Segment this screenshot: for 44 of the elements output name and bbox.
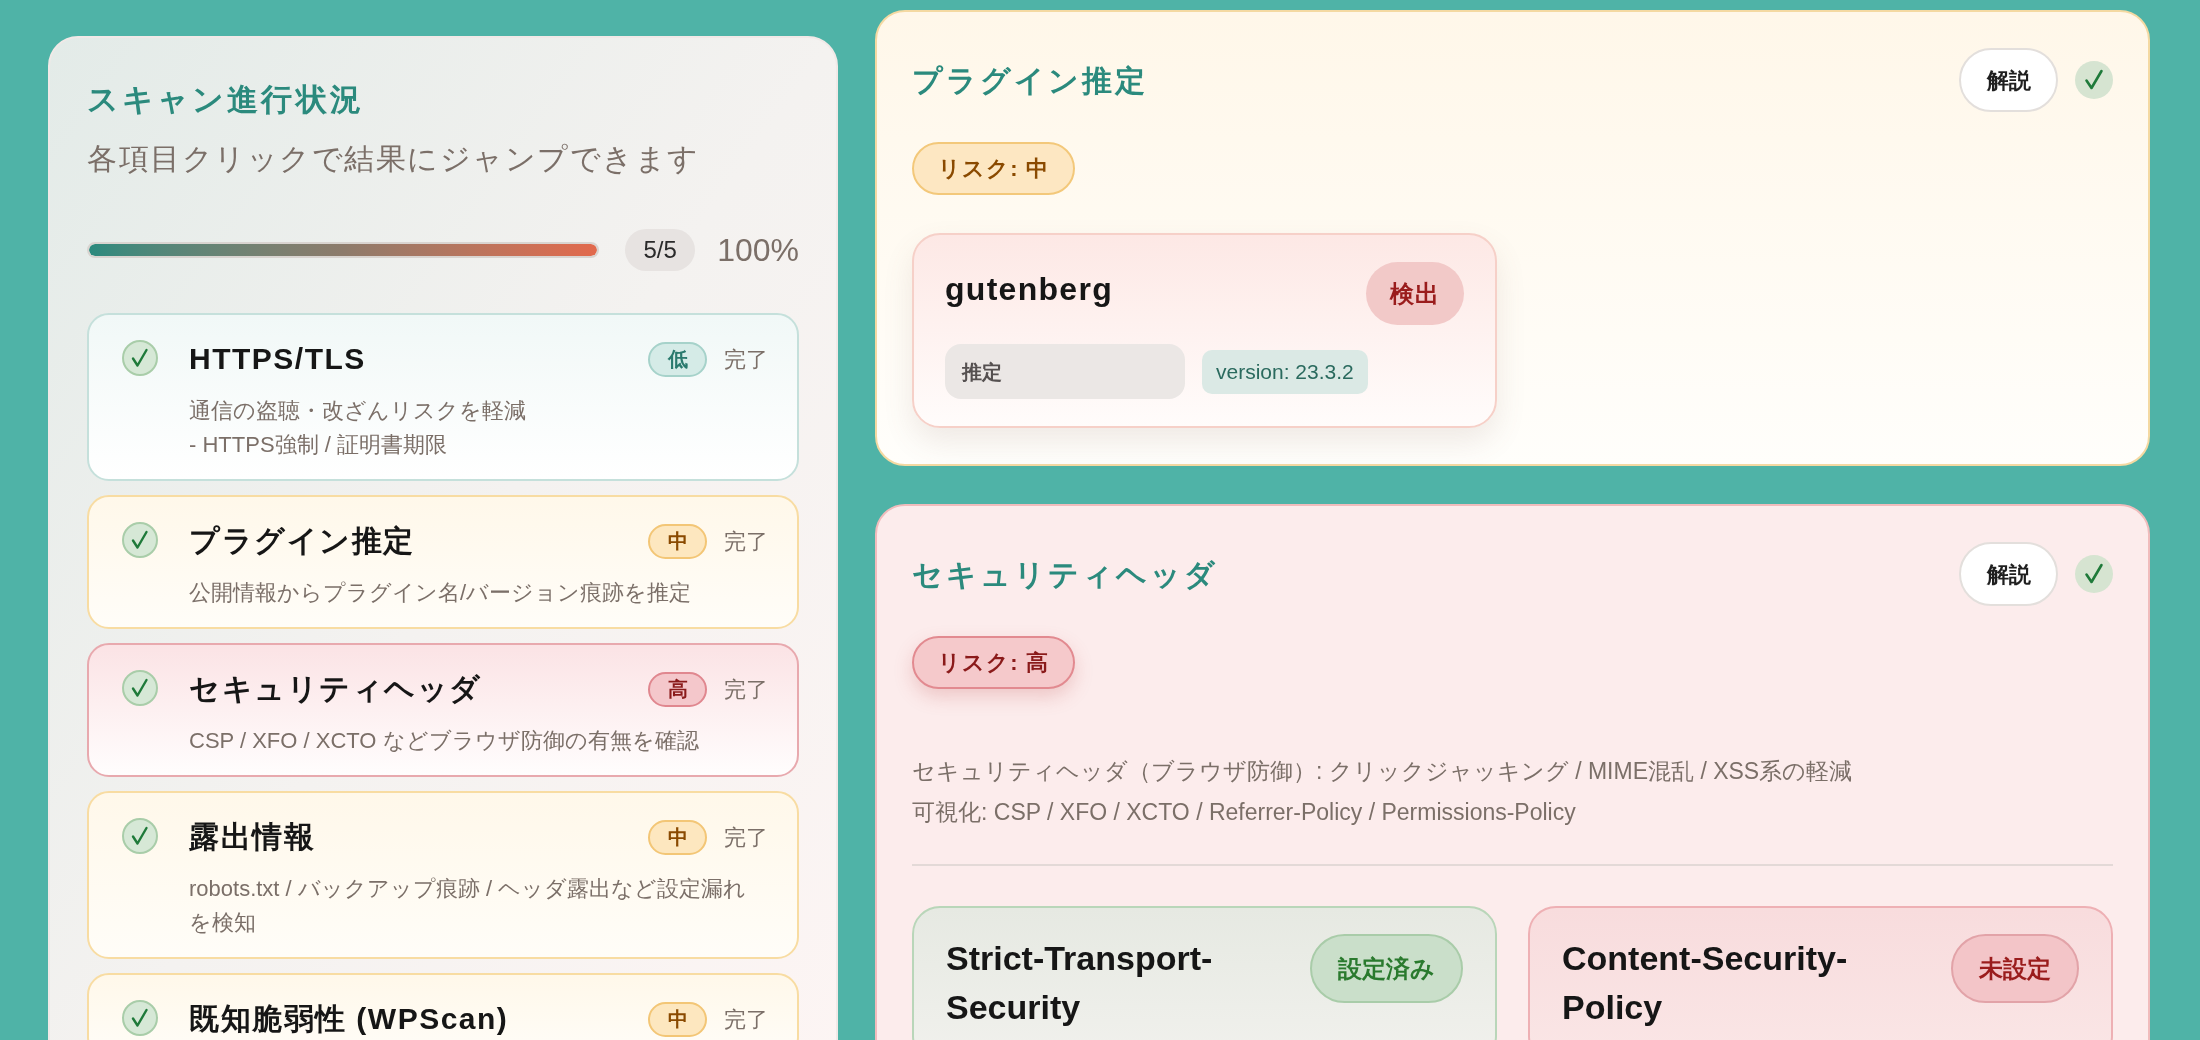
header-name: Strict-Transport-Security [946,938,1214,1028]
risk-badge: 中 [648,819,707,855]
item-title: セキュリティヘッダ [189,671,483,707]
scan-item[interactable]: セキュリティヘッダ 高 完了 CSP / XFO / XCTO などブラウザ防御の有無を確認 [87,643,799,777]
progress-percent: 100% [717,231,799,270]
risk-pill: リスク: 高 [912,636,1076,689]
item-title: 既知脆弱性 (WPScan) [189,1001,510,1037]
item-title: プラグイン推定 [189,523,416,559]
section-title: セキュリティヘッダ [912,556,1218,593]
version-tag: version: 23.3.2 [1202,349,1368,394]
explain-button[interactable]: 解説 [1959,48,2058,112]
plugin-name: gutenberg [945,270,1113,309]
status-text: 完了 [724,675,768,704]
status-text: 完了 [724,345,768,374]
risk-badge: 高 [648,671,707,707]
section-note: セキュリティヘッダ（ブラウザ防御）: クリックジャッキング / MIME混乱 / XSS系の軽減 [912,757,1854,786]
item-description: robots.txt / バックアップ痕跡 / ヘッダ露出など設定漏れを検知 [189,875,748,937]
status-text: 完了 [724,1005,768,1034]
item-description: 公開情報からプラグイン名/バージョン痕跡を推定 [189,579,693,607]
scan-item[interactable]: プラグイン推定 中 完了 公開情報からプラグイン名/バージョン痕跡を推定 [87,495,799,629]
risk-badge: 中 [648,523,707,559]
scan-item[interactable]: 露出情報 中 完了 robots.txt / バックアップ痕跡 / ヘッダ露出など設定漏れを検知 [87,791,799,959]
status-text: 完了 [724,527,768,556]
scan-item[interactable]: HTTPS/TLS 低 完了 通信の盗聴・改ざんリスクを軽減 - HTTPS強制 / 証明書期限 [87,313,799,481]
explain-button[interactable]: 解説 [1959,542,2058,606]
item-title: 露出情報 [189,819,316,855]
method-tag: 推定 [945,344,1185,399]
scan-item[interactable]: 既知脆弱性 (WPScan) 中 完了 [87,973,799,1040]
item-description: CSP / XFO / XCTO などブラウザ防御の有無を確認 [189,727,700,755]
item-title: HTTPS/TLS [189,341,367,377]
risk-badge: 低 [648,341,707,377]
header-status-badge: 設定済み [1310,934,1463,1003]
detected-badge: 検出 [1365,262,1464,325]
header-status-badge: 未設定 [1951,934,2079,1003]
header-name: Content-Security-Policy [1562,938,1849,1028]
item-description: 通信の盗聴・改ざんリスクを軽減 - HTTPS強制 / 証明書期限 [189,397,527,459]
status-text: 完了 [724,823,768,852]
risk-badge: 中 [648,1001,707,1037]
panel-subtitle: 各項目クリックで結果にジャンプできます [87,141,701,177]
panel-title: スキャン進行状況 [87,81,365,119]
progress-count: 5/5 [625,229,696,271]
risk-pill: リスク: 中 [912,142,1076,195]
section-note: 可視化: CSP / XFO / XCTO / Referrer-Policy / Permissions-Policy [912,798,1577,827]
section-title: プラグイン推定 [912,62,1148,99]
